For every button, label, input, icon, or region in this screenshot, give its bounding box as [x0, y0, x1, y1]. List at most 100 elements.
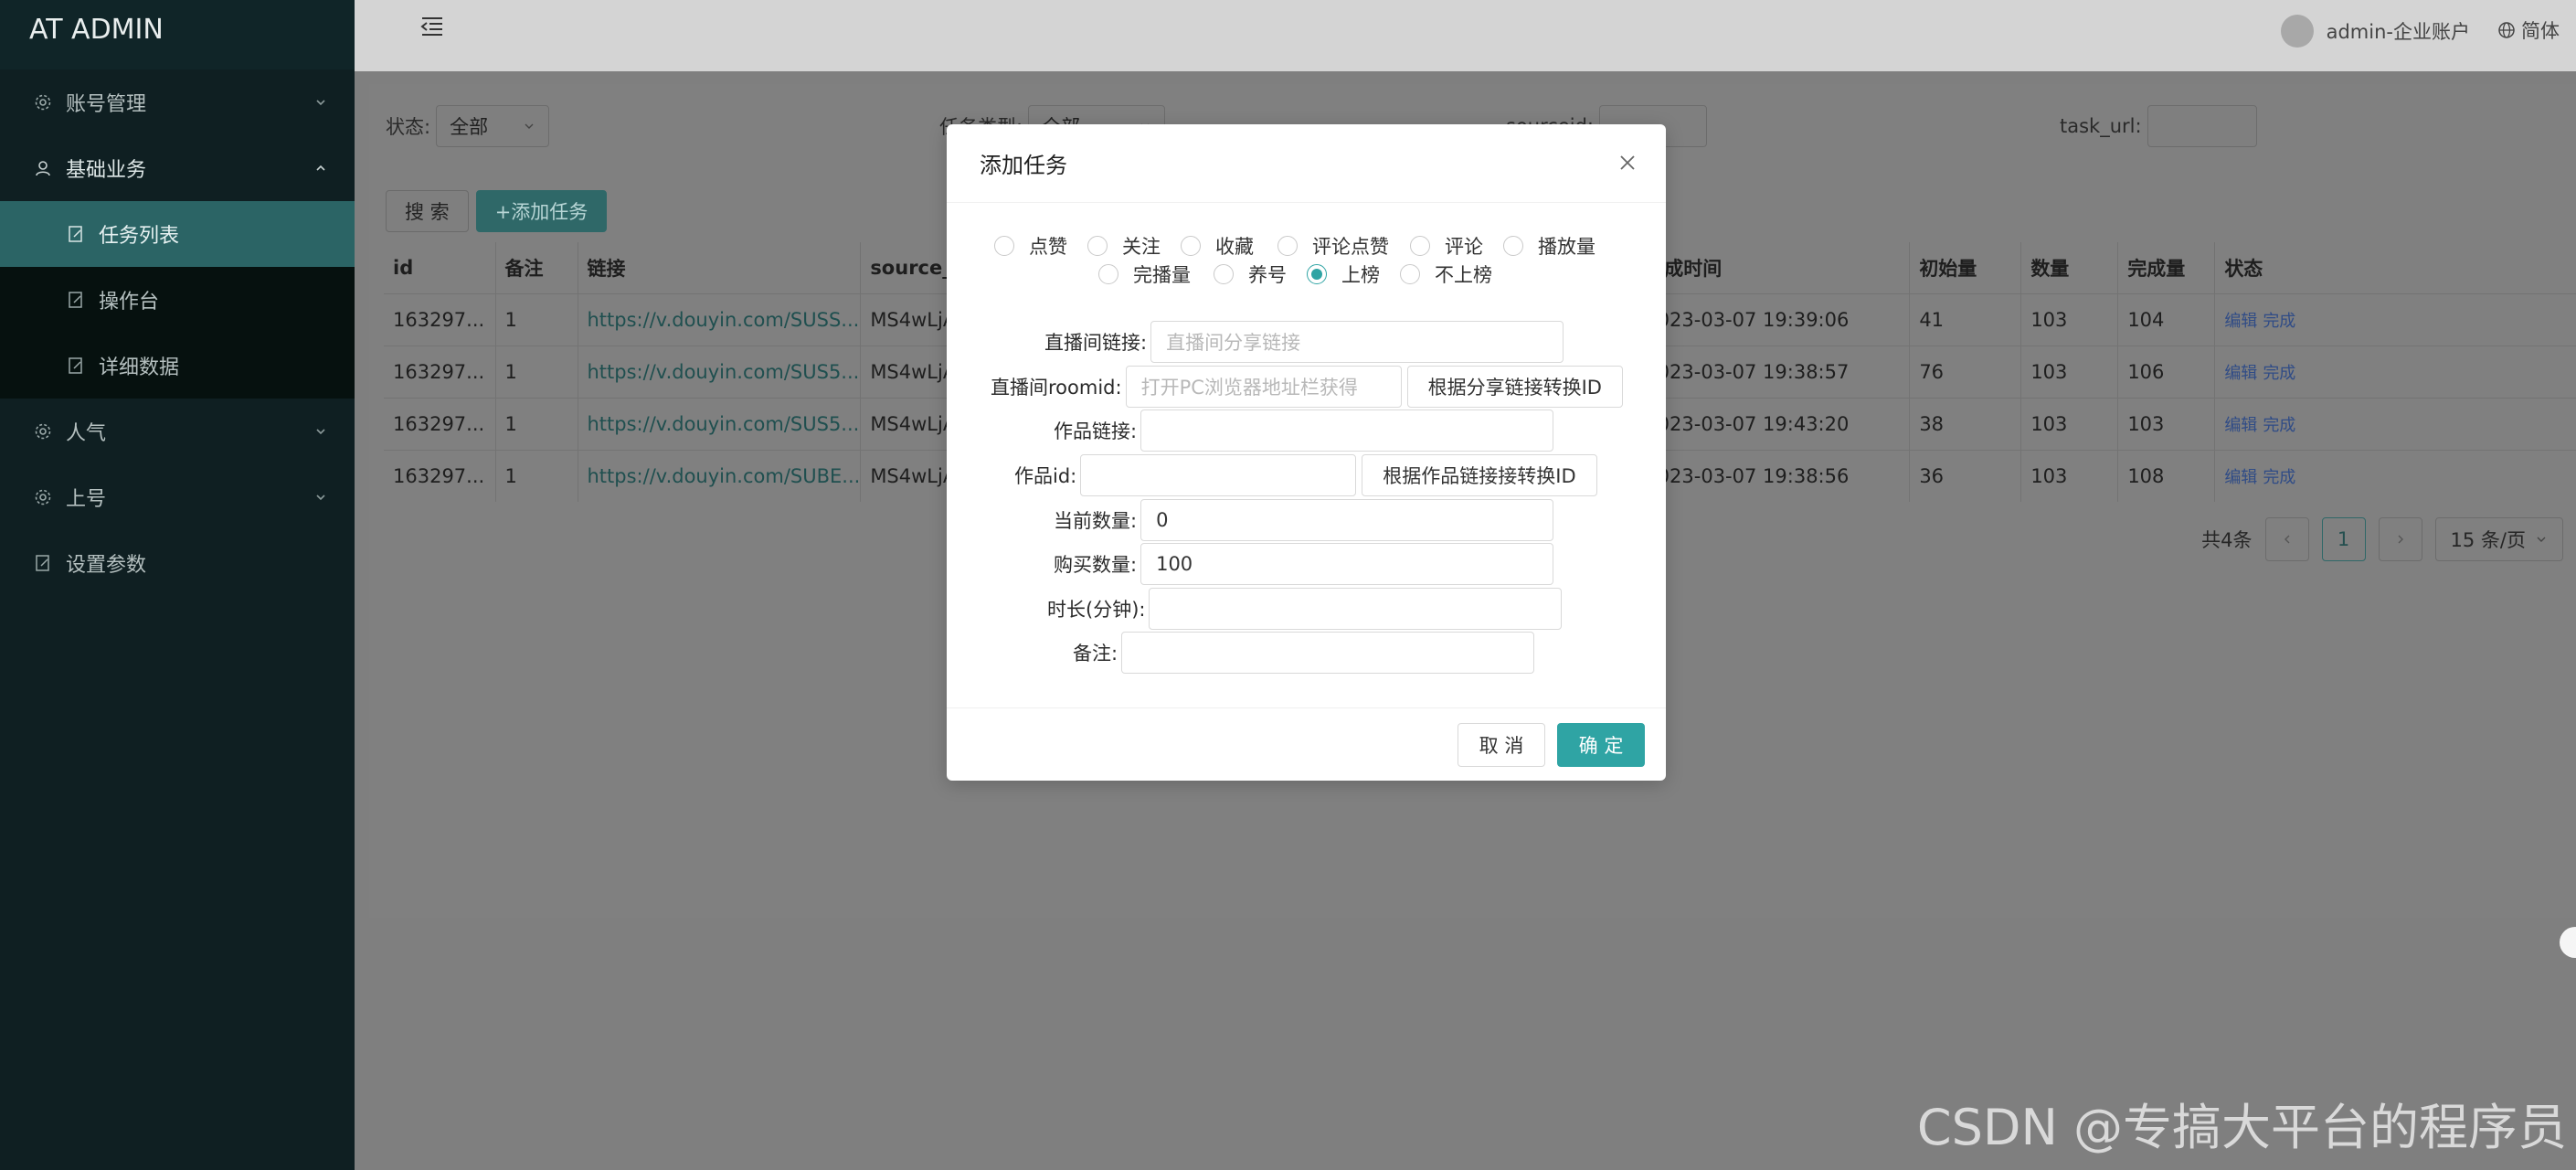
status-filter: 状态: 全部 — [386, 104, 550, 148]
close-icon[interactable] — [1617, 152, 1638, 174]
sidebar-item-login[interactable]: 上号 — [0, 464, 355, 530]
radio-like[interactable]: 点赞 — [994, 232, 1067, 260]
radio-comment-like[interactable]: 评论点赞 — [1277, 232, 1389, 260]
cell-done: 104 — [2117, 292, 2216, 346]
column-header: 初始量 — [1909, 242, 2022, 293]
complete-link[interactable]: 完成 — [2263, 416, 2295, 435]
edit-link[interactable]: 编辑 — [2224, 364, 2257, 383]
column-header: 状态 — [2214, 242, 2576, 293]
buy-qty-input[interactable]: 100 — [1140, 543, 1554, 585]
task-url-input[interactable] — [2147, 105, 2257, 147]
cancel-button[interactable]: 取 消 — [1458, 723, 1545, 767]
cell-link[interactable]: https://v.douyin.com/SUSS... — [578, 292, 862, 346]
sidebar-item-basic[interactable]: 基础业务 — [0, 135, 355, 201]
cell-actions: 编辑 完成 — [2214, 292, 2576, 346]
task-url-filter: task_url: — [2060, 104, 2257, 148]
complete-link[interactable]: 完成 — [2263, 468, 2295, 487]
language-label: 简体 — [2521, 20, 2560, 42]
radio-label: 养号 — [1248, 264, 1287, 286]
complete-link[interactable]: 完成 — [2263, 364, 2295, 383]
work-link-input[interactable] — [1140, 410, 1554, 452]
page-size-select[interactable]: 15 条/页 — [2434, 517, 2563, 561]
status-select[interactable]: 全部 — [436, 105, 550, 147]
add-task-button[interactable]: +添加任务 — [475, 190, 608, 232]
cell-id: 163297... — [384, 449, 496, 502]
radio-label: 关注 — [1122, 236, 1161, 258]
edit-icon — [66, 224, 86, 244]
radio-circle — [1087, 236, 1108, 256]
radio-circle — [1277, 236, 1298, 256]
cell-init: 38 — [1909, 397, 2022, 450]
avatar — [2280, 15, 2314, 48]
radio-label: 评论 — [1445, 236, 1483, 258]
cell-link[interactable]: https://v.douyin.com/SUBE... — [578, 449, 862, 502]
cell-init: 36 — [1909, 449, 2022, 502]
cell-done: 106 — [2117, 345, 2216, 398]
globe-icon — [2498, 22, 2515, 38]
user-menu[interactable]: admin-企业账户 — [2280, 15, 2470, 48]
modal-header: 添加任务 — [947, 124, 1666, 203]
convert-share-link-button[interactable]: 根据分享链接转换ID — [1406, 366, 1623, 408]
cell-note: 1 — [495, 345, 578, 398]
edit-icon — [66, 356, 86, 376]
duration-input[interactable] — [1149, 588, 1563, 630]
live-link-input[interactable]: 直播间分享链接 — [1150, 321, 1564, 363]
edit-link[interactable]: 编辑 — [2224, 468, 2257, 487]
user-icon — [33, 158, 53, 178]
floating-handle[interactable] — [2560, 927, 2576, 958]
sidebar-item-label: 详细数据 — [99, 356, 180, 379]
edit-link[interactable]: 编辑 — [2224, 312, 2257, 331]
pagination-total: 共4条 — [2201, 529, 2253, 551]
current-qty-input[interactable]: 0 — [1140, 499, 1554, 541]
note-input[interactable] — [1121, 632, 1535, 674]
sidebar-item-console[interactable]: 操作台 — [0, 267, 355, 333]
radio-play-count[interactable]: 播放量 — [1503, 232, 1595, 260]
radio-circle — [1307, 264, 1327, 284]
chevron-down-icon — [525, 123, 534, 129]
chevron-down-icon — [316, 429, 325, 435]
roomid-input[interactable]: 打开PC浏览器地址栏获得 — [1125, 366, 1402, 408]
language-switch[interactable]: 简体 — [2497, 16, 2560, 44]
sidebar-item-task-list[interactable]: 任务列表 — [0, 201, 355, 267]
work-id-input[interactable] — [1080, 454, 1357, 496]
edit-link[interactable]: 编辑 — [2224, 416, 2257, 435]
cell-link[interactable]: https://v.douyin.com/SUS5... — [578, 345, 862, 398]
chevron-down-icon — [2537, 537, 2546, 542]
chevron-left-icon — [2284, 535, 2290, 544]
radio-favorite[interactable]: 收藏 — [1181, 232, 1254, 260]
next-page-button[interactable] — [2378, 517, 2422, 561]
radio-complete-play[interactable]: 完播量 — [1098, 261, 1191, 288]
sidebar-item-settings[interactable]: 设置参数 — [0, 530, 355, 596]
radio-follow[interactable]: 关注 — [1087, 232, 1161, 260]
sidebar-item-label: 任务列表 — [99, 225, 180, 248]
radio-rank-up[interactable]: 上榜 — [1307, 261, 1380, 288]
sidebar-item-label: 账号管理 — [66, 93, 147, 116]
toolbar: 搜 索 +添加任务 — [386, 190, 608, 232]
sidebar-item-details[interactable]: 详细数据 — [0, 333, 355, 399]
cell-note: 1 — [495, 292, 578, 346]
radio-label: 完播量 — [1133, 264, 1191, 286]
sidebar-item-account[interactable]: 账号管理 — [0, 69, 355, 135]
prev-page-button[interactable] — [2264, 517, 2309, 561]
confirm-button[interactable]: 确 定 — [1557, 723, 1645, 767]
sidebar-item-label: 上号 — [66, 488, 107, 511]
menu-fold-icon[interactable] — [419, 13, 446, 40]
gear-icon — [33, 92, 53, 112]
modal-title: 添加任务 — [980, 153, 1067, 178]
radio-label: 点赞 — [1029, 236, 1067, 258]
search-button[interactable]: 搜 索 — [386, 190, 469, 232]
sidebar-item-popularity[interactable]: 人气 — [0, 399, 355, 464]
radio-comment[interactable]: 评论 — [1410, 232, 1483, 260]
live-link-label: 直播间链接: — [1044, 332, 1148, 354]
radio-nurture[interactable]: 养号 — [1214, 261, 1287, 288]
radio-no-rank[interactable]: 不上榜 — [1400, 261, 1492, 288]
column-header: 数量 — [2020, 242, 2119, 293]
radio-label: 播放量 — [1538, 236, 1595, 258]
convert-work-link-button[interactable]: 根据作品链接接转换ID — [1362, 454, 1597, 496]
cell-link[interactable]: https://v.douyin.com/SUS5... — [578, 397, 862, 450]
complete-link[interactable]: 完成 — [2263, 312, 2295, 331]
form-row-roomid: 直播间roomid: 打开PC浏览器地址栏获得 根据分享链接转换ID — [991, 365, 1623, 409]
gear-icon — [33, 421, 53, 441]
cell-init: 76 — [1909, 345, 2022, 398]
page-button[interactable]: 1 — [2321, 517, 2366, 561]
